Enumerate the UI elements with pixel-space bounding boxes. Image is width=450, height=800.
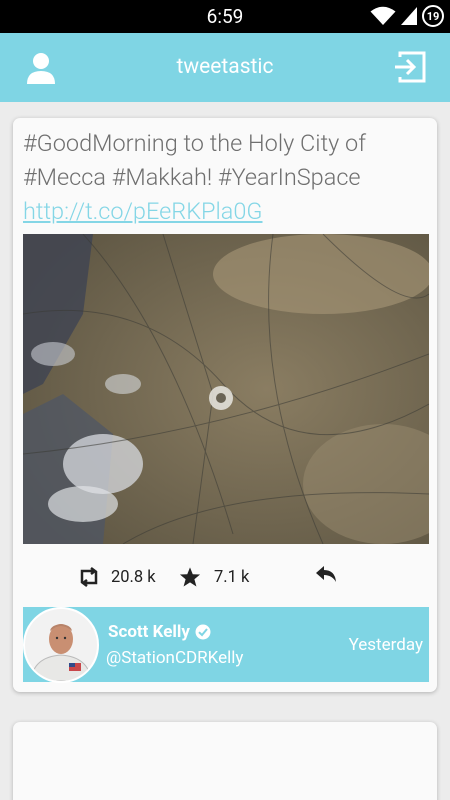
astronaut-avatar — [25, 609, 97, 681]
app-bar: tweetastic — [0, 33, 450, 102]
app-title: tweetastic — [176, 55, 274, 79]
satellite-image — [23, 234, 429, 544]
status-bar: 6:59 19 — [0, 0, 450, 33]
status-icons: 19 — [370, 5, 444, 27]
next-tweet-card[interactable] — [13, 722, 437, 800]
retweet-button[interactable]: 20.8 k — [77, 562, 156, 592]
author-handle[interactable]: @StationCDRKelly — [106, 648, 243, 668]
battery-icon: 19 — [422, 5, 444, 27]
author-bar[interactable]: Scott Kelly @StationCDRKelly Yesterday — [23, 607, 429, 683]
tweet-actions: 20.8 k 7.1 k — [13, 562, 437, 592]
reply-icon[interactable] — [315, 564, 337, 584]
verified-icon — [195, 624, 211, 640]
star-icon — [179, 567, 201, 587]
retweet-icon — [80, 567, 98, 587]
tweet-card[interactable]: #GoodMorning to the Holy City of #Mecca … — [13, 118, 437, 692]
tweet-timestamp: Yesterday — [348, 635, 423, 655]
favorite-count: 7.1 k — [214, 567, 250, 587]
wifi-icon — [370, 6, 396, 25]
tweet-body: #GoodMorning to the Holy City of #Mecca … — [23, 129, 366, 191]
sign-out-icon[interactable] — [392, 49, 428, 85]
signal-icon — [401, 7, 417, 25]
tweet-link[interactable]: http://t.co/pEeRKPla0G — [23, 197, 263, 225]
author-name[interactable]: Scott Kelly — [108, 622, 211, 642]
retweet-count: 20.8 k — [111, 567, 156, 587]
avatar[interactable] — [23, 607, 99, 683]
favorite-button[interactable]: 7.1 k — [179, 562, 249, 592]
author-name-text: Scott Kelly — [108, 622, 190, 642]
tweet-text: #GoodMorning to the Holy City of #Mecca … — [23, 126, 423, 228]
tweet-image[interactable] — [23, 234, 429, 544]
